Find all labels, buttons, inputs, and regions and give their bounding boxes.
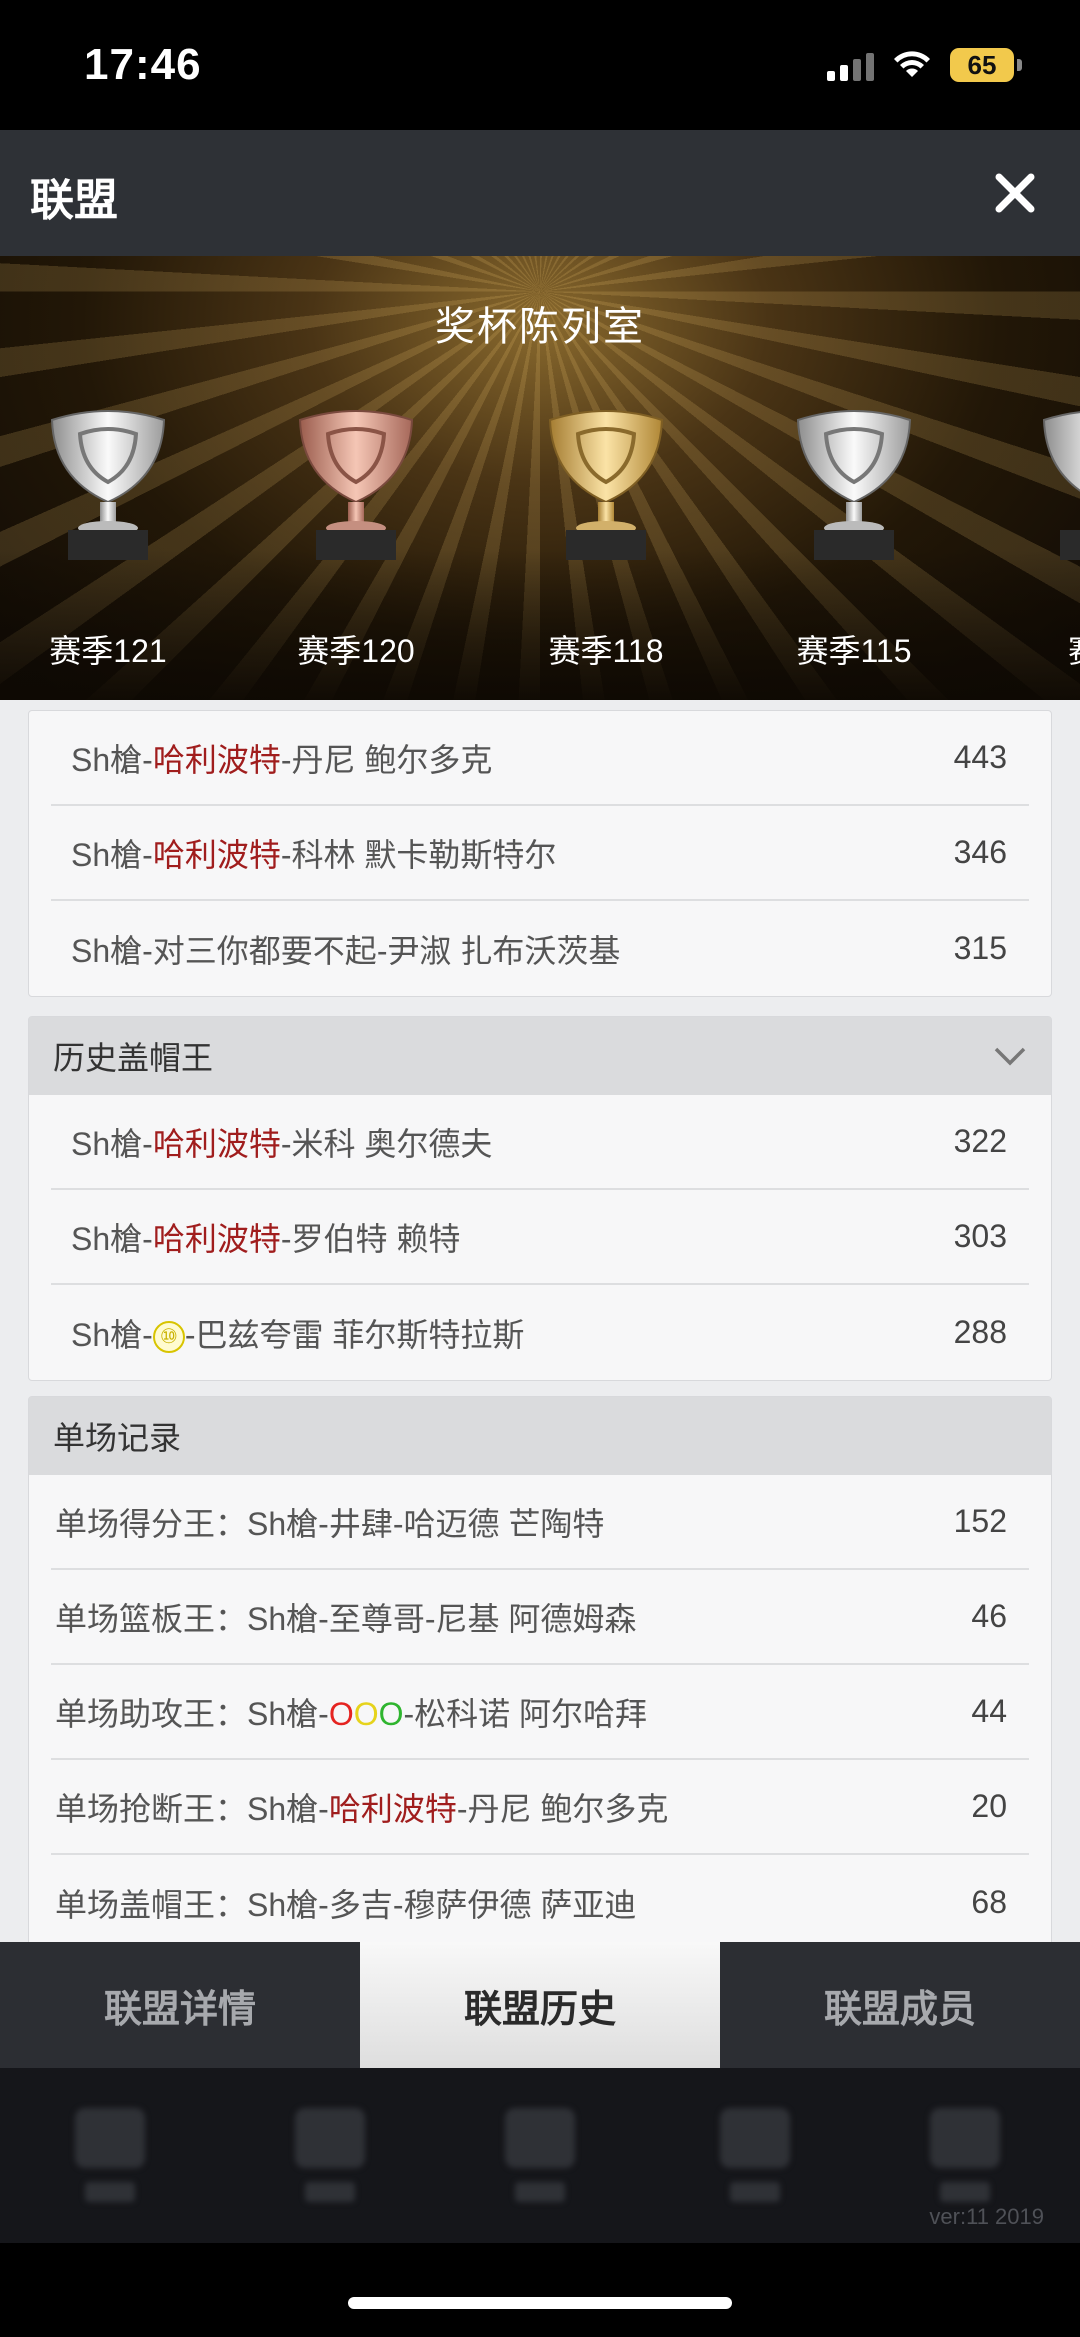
record-value: 443 (953, 739, 1007, 775)
trophy-season-118[interactable]: 赛季118 (506, 406, 706, 686)
history-blocks-header[interactable]: 历史盖帽王 (29, 1017, 1051, 1095)
season-label: 赛季 (1000, 626, 1080, 672)
status-time: 17:46 (84, 40, 202, 89)
close-icon (995, 173, 1035, 213)
dock-item[interactable] (65, 2108, 155, 2218)
list-item: 单场篮板王：Sh槍-至尊哥-尼基 阿德姆森 46 (51, 1570, 1029, 1665)
status-icons: 65 (827, 48, 1022, 82)
version-label: ver:11 2019 (929, 2204, 1044, 2229)
record-value: 288 (953, 1314, 1007, 1350)
season-label: 赛季115 (796, 633, 912, 669)
season-label: 赛季118 (548, 633, 664, 669)
list-item: Sh槍-哈利波特-丹尼 鲍尔多克 443 (51, 711, 1029, 806)
history-content[interactable]: Sh槍-哈利波特-丹尼 鲍尔多克 443 Sh槍-哈利波特-科林 默卡勒斯特尔 … (0, 700, 1080, 1942)
wifi-icon (894, 51, 930, 77)
list-item: Sh槍- ⑩ -巴兹夸雷 菲尔斯特拉斯 288 (51, 1285, 1029, 1380)
list-item: Sh槍-哈利波特-罗伯特 赖特 303 (51, 1190, 1029, 1285)
gold-trophy-icon (548, 410, 664, 560)
tab-league-members[interactable]: 联盟成员 (720, 1942, 1080, 2068)
single-game-header: 单场记录 (29, 1397, 1051, 1475)
tab-league-history[interactable]: 联盟历史 (360, 1942, 720, 2068)
list-item: 单场得分王：Sh槍-井肆-哈迈德 芒陶特 152 (51, 1475, 1029, 1570)
history-blocks-card: 历史盖帽王 Sh槍-哈利波特-米科 奥尔德夫 322 Sh槍-哈利波特-罗伯特 … (28, 1016, 1052, 1381)
silver-trophy-icon (796, 410, 912, 560)
record-value: 44 (971, 1693, 1007, 1729)
record-value: 152 (953, 1503, 1007, 1539)
list-item: 单场盖帽王：Sh槍-多吉-穆萨伊德 萨亚迪 68 (51, 1855, 1029, 1942)
silver-trophy-icon (1042, 411, 1080, 560)
silver-trophy-icon (50, 410, 166, 560)
home-area (0, 2243, 1080, 2337)
section-title: 单场记录 (53, 1420, 182, 1456)
single-game-records-card: 单场记录 单场得分王：Sh槍-井肆-哈迈德 芒陶特 152 单场篮板王：Sh槍-… (28, 1396, 1052, 1942)
bronze-trophy-icon (298, 410, 414, 560)
trophy-room-title: 奖杯陈列室 (435, 305, 645, 349)
chevron-down-icon (994, 1047, 1026, 1066)
bottom-dock (0, 2068, 1080, 2243)
record-value: 315 (953, 930, 1007, 966)
trophy-partial[interactable]: 赛季 (1000, 406, 1080, 686)
dock-item[interactable] (710, 2108, 800, 2218)
dock-item[interactable] (920, 2108, 1010, 2218)
tab-league-details[interactable]: 联盟详情 (0, 1942, 360, 2068)
season-label: 赛季120 (297, 633, 415, 669)
dock-item[interactable] (495, 2108, 585, 2218)
battery-icon: 65 (950, 48, 1022, 82)
ten-badge-icon: ⑩ (152, 1321, 185, 1354)
season-label: 赛季121 (49, 633, 167, 669)
record-value: 68 (971, 1884, 1007, 1920)
list-item: 单场抢断王：Sh槍-哈利波特-丹尼 鲍尔多克 20 (51, 1760, 1029, 1855)
app-header: 联盟 (0, 130, 1080, 256)
record-list-card: Sh槍-哈利波特-丹尼 鲍尔多克 443 Sh槍-哈利波特-科林 默卡勒斯特尔 … (28, 710, 1052, 997)
record-value: 322 (953, 1123, 1007, 1159)
record-value: 346 (953, 834, 1007, 870)
close-button[interactable] (980, 158, 1050, 228)
list-item: Sh槍-哈利波特-科林 默卡勒斯特尔 346 (51, 806, 1029, 901)
trophy-room-banner: 奖杯陈列室 赛季121 赛季120 赛季118 赛季115 (0, 256, 1080, 700)
record-value: 20 (971, 1788, 1007, 1824)
section-title: 历史盖帽王 (53, 1040, 214, 1076)
list-item: 单场助攻王：Sh槍-OOO-松科诺 阿尔哈拜 44 (51, 1665, 1029, 1760)
status-bar: 17:46 65 (0, 0, 1080, 130)
list-item: Sh槍-对三你都要不起-尹淑 扎布沃茨基 315 (51, 901, 1029, 996)
record-value: 303 (953, 1218, 1007, 1254)
cellular-signal-icon (827, 49, 874, 81)
dock-item[interactable] (285, 2108, 375, 2218)
home-indicator[interactable] (348, 2297, 732, 2309)
battery-level: 65 (950, 48, 1014, 82)
trophy-season-115[interactable]: 赛季115 (754, 406, 954, 686)
list-item: Sh槍-哈利波特-米科 奥尔德夫 322 (51, 1095, 1029, 1190)
record-value: 46 (971, 1598, 1007, 1634)
trophy-season-120[interactable]: 赛季120 (256, 406, 456, 686)
tab-bar: 联盟详情 联盟历史 联盟成员 (0, 1942, 1080, 2068)
page-title: 联盟 (30, 176, 118, 225)
trophy-season-121[interactable]: 赛季121 (8, 406, 208, 686)
